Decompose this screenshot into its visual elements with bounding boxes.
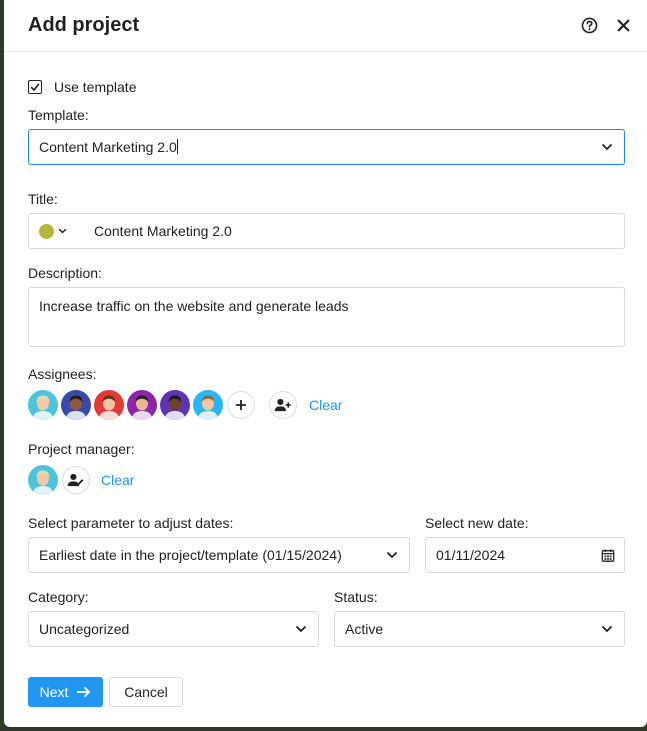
date-param-value: Earliest date in the project/template (0… [39, 547, 342, 563]
chevron-down-icon [600, 140, 614, 154]
status-select[interactable]: Active [334, 611, 625, 647]
status-label: Status: [334, 589, 378, 605]
change-manager-icon[interactable] [62, 466, 90, 494]
date-param-label: Select parameter to adjust dates: [28, 515, 234, 531]
project-manager-label: Project manager: [28, 441, 135, 457]
category-value: Uncategorized [39, 621, 130, 637]
title-label: Title: [28, 191, 58, 207]
project-manager-clear-link[interactable]: Clear [101, 472, 134, 488]
description-label: Description: [28, 265, 102, 281]
title-input[interactable] [94, 223, 624, 239]
next-button-label: Next [39, 684, 69, 700]
dialog-header: Add project [4, 0, 647, 52]
add-assignee-plus-button[interactable] [227, 391, 255, 419]
text-cursor [176, 139, 178, 154]
color-swatch-icon [39, 223, 54, 239]
template-value: Content Marketing 2.0 [39, 139, 177, 155]
next-button[interactable]: Next [28, 677, 103, 707]
status-value: Active [345, 621, 384, 637]
assignee-avatar[interactable] [28, 390, 58, 420]
use-template-label: Use template [54, 79, 137, 95]
assignees-clear-link[interactable]: Clear [309, 397, 342, 413]
calendar-icon[interactable] [601, 548, 615, 562]
help-circle-icon[interactable] [579, 16, 599, 36]
cancel-button[interactable]: Cancel [109, 677, 183, 707]
description-textarea[interactable]: Increase traffic on the website and gene… [28, 287, 625, 347]
chevron-down-icon [600, 622, 614, 636]
color-picker[interactable] [39, 223, 67, 239]
use-template-checkbox[interactable] [28, 80, 42, 94]
category-select[interactable]: Uncategorized [28, 611, 319, 647]
project-manager-avatar[interactable] [28, 465, 58, 495]
new-date-label: Select new date: [425, 515, 529, 531]
description-value: Increase traffic on the website and gene… [39, 298, 349, 314]
category-label: Category: [28, 589, 89, 605]
assignee-avatar[interactable] [94, 390, 124, 420]
assignee-avatar[interactable] [127, 390, 157, 420]
chevron-down-icon [385, 548, 399, 562]
template-select[interactable]: Content Marketing 2.0 [28, 129, 625, 165]
assignee-avatar[interactable] [193, 390, 223, 420]
title-field [28, 213, 625, 249]
close-icon[interactable] [613, 16, 633, 36]
date-param-select[interactable]: Earliest date in the project/template (0… [28, 537, 410, 573]
assignee-avatar[interactable] [160, 390, 190, 420]
add-project-dialog: Add project Use template Template: Conte… [4, 0, 647, 727]
chevron-down-icon [58, 228, 67, 234]
arrow-right-icon [76, 686, 91, 698]
add-user-icon[interactable] [269, 391, 297, 419]
chevron-down-icon [294, 622, 308, 636]
assignee-avatar[interactable] [61, 390, 91, 420]
new-date-input[interactable]: 01/11/2024 [425, 537, 625, 573]
dialog-title: Add project [28, 14, 140, 36]
new-date-value: 01/11/2024 [436, 547, 506, 563]
template-label: Template: [28, 107, 89, 123]
assignees-label: Assignees: [28, 366, 97, 382]
